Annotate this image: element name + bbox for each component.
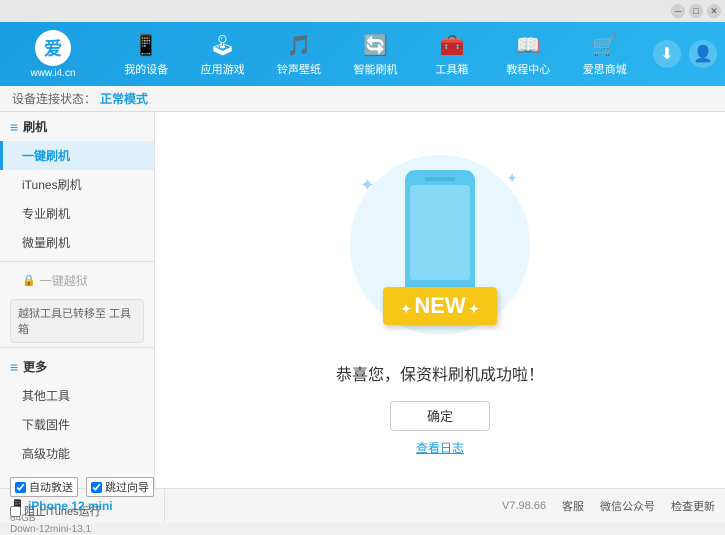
logo-area: 爱 www.i4.cn [8,30,98,79]
skip-wizard-checkbox-label[interactable]: 跳过向导 [86,477,154,497]
itunes-stop-label: 阻止iTunes运行 [24,503,101,519]
auto-push-checkbox[interactable] [15,482,26,493]
toolbox-icon: 🧰 [438,31,466,59]
ringtone-icon: 🎵 [285,31,313,59]
sidebar-item-save-flash[interactable]: 微量刷机 [0,228,154,257]
smart-flash-icon: 🔄 [361,31,389,59]
save-flash-label: 微量刷机 [22,236,70,250]
download-button[interactable]: ⬇ [653,40,681,68]
bottom-bar-wrapper: 自动敦送 跳过向导 📱 iPhone 12 mini 64GB Down-12m… [0,488,725,523]
auto-push-checkbox-label[interactable]: 自动敦送 [10,477,78,497]
sidebar-item-jailbreak: 🔒 一键越狱 [0,266,154,295]
nav-item-ringtone[interactable]: 🎵 铃声壁纸 [269,27,329,81]
nav-item-my-device[interactable]: 📱 我的设备 [116,27,176,81]
success-illustration: ✦ ✦ NEW [340,145,540,345]
check-update-link[interactable]: 检查更新 [671,498,715,514]
nav-item-mall[interactable]: 🛒 爱思商城 [575,27,635,81]
sidebar-item-itunes-flash[interactable]: iTunes刷机 [0,170,154,199]
close-button[interactable]: ✕ [707,4,721,18]
top-nav: 爱 www.i4.cn 📱 我的设备 🕹 应用游戏 🎵 铃声壁纸 🔄 智能刷机 … [0,22,725,86]
center-panel: ✦ ✦ NEW 恭喜您，保资料刷机成功啦！ 确定 查看日志 [155,112,725,488]
version-label: V7.98.66 [502,500,546,512]
sidebar-section-label-more: 更多 [23,358,47,375]
nav-item-smart-flash[interactable]: 🔄 智能刷机 [345,27,405,81]
flash-section-icon: ≡ [10,119,18,135]
mall-icon: 🛒 [591,31,619,59]
wechat-link[interactable]: 微信公众号 [600,498,655,514]
sidebar-item-pro-flash[interactable]: 专业刷机 [0,199,154,228]
new-badge: NEW [383,287,497,325]
nav-item-toolbox[interactable]: 🧰 工具箱 [422,27,482,81]
itunes-stop-checkbox[interactable] [10,506,21,517]
nav-label-mall: 爱思商城 [583,61,627,77]
skip-wizard-label: 跳过向导 [105,479,149,495]
nav-items: 📱 我的设备 🕹 应用游戏 🎵 铃声壁纸 🔄 智能刷机 🧰 工具箱 📖 教程中心… [98,27,653,81]
sparkle-right-icon: ✦ [506,170,518,187]
sidebar-section-more: ≡ 更多 [0,352,154,381]
minimize-button[interactable]: － [671,4,685,18]
sidebar-item-one-click-flash[interactable]: 一键刷机 [0,141,154,170]
sidebar-section-flash: ≡ 刷机 [0,112,154,141]
advanced-label: 高级功能 [22,447,70,461]
one-click-flash-label: 一键刷机 [22,149,70,163]
sidebar-item-advanced[interactable]: 高级功能 [0,439,154,468]
sidebar-notice: 越狱工具已转移至 工具箱 [10,299,144,343]
skip-wizard-checkbox[interactable] [91,482,102,493]
download-firmware-label: 下载固件 [22,418,70,432]
sidebar-item-download-firmware[interactable]: 下载固件 [0,410,154,439]
nav-label-my-device: 我的设备 [124,61,168,77]
apps-games-icon: 🕹 [209,31,237,59]
logo-icon: 爱 [35,30,71,66]
nav-label-apps-games: 应用游戏 [201,61,245,77]
success-text: 恭喜您，保资料刷机成功啦！ [336,361,544,385]
status-bar: 设备连接状态： 正常模式 [0,86,725,112]
device-model: Down-12mini-13,1 [10,524,156,535]
support-link[interactable]: 客服 [562,498,584,514]
confirm-button[interactable]: 确定 [390,401,490,431]
nav-label-ringtone: 铃声壁纸 [277,61,321,77]
bottom-right: V7.98.66 客服 微信公众号 检查更新 [165,498,715,514]
itunes-flash-label: iTunes刷机 [22,178,82,192]
auto-push-label: 自动敦送 [29,479,73,495]
status-value: 正常模式 [100,90,148,107]
jailbreak-label: 一键越狱 [40,272,88,289]
lock-icon: 🔒 [22,274,36,287]
sparkle-left-icon: ✦ [360,175,375,196]
status-label: 设备连接状态： [12,90,96,107]
nav-label-tutorial: 教程中心 [506,61,550,77]
sidebar-divider-2 [0,347,154,348]
nav-label-smart-flash: 智能刷机 [353,61,397,77]
bottom-checkboxes: 自动敦送 跳过向导 [10,477,156,497]
nav-right: ⬇ 👤 [653,40,717,68]
tutorial-icon: 📖 [514,31,542,59]
main-content: ≡ 刷机 一键刷机 iTunes刷机 专业刷机 微量刷机 🔒 一键越狱 越狱工具… [0,112,725,488]
bottom-bar: 自动敦送 跳过向导 📱 iPhone 12 mini 64GB Down-12m… [0,488,725,523]
logo-subtext: www.i4.cn [30,68,75,79]
title-bar: － □ ✕ [0,0,725,22]
nav-label-toolbox: 工具箱 [435,61,468,77]
sidebar-item-other-tools[interactable]: 其他工具 [0,381,154,410]
nav-item-apps-games[interactable]: 🕹 应用游戏 [193,27,253,81]
sidebar-divider-1 [0,261,154,262]
pro-flash-label: 专业刷机 [22,207,70,221]
other-tools-label: 其他工具 [22,389,70,403]
user-button[interactable]: 👤 [689,40,717,68]
view-log-link[interactable]: 查看日志 [416,439,464,456]
sidebar: ≡ 刷机 一键刷机 iTunes刷机 专业刷机 微量刷机 🔒 一键越狱 越狱工具… [0,112,155,488]
more-section-icon: ≡ [10,359,18,375]
maximize-button[interactable]: □ [689,4,703,18]
my-device-icon: 📱 [132,31,160,59]
sidebar-section-label-flash: 刷机 [23,118,47,135]
sidebar-notice-text: 越狱工具已转移至 工具箱 [18,308,131,336]
itunes-stop-bar: 阻止iTunes运行 [10,503,101,519]
nav-item-tutorial[interactable]: 📖 教程中心 [498,27,558,81]
